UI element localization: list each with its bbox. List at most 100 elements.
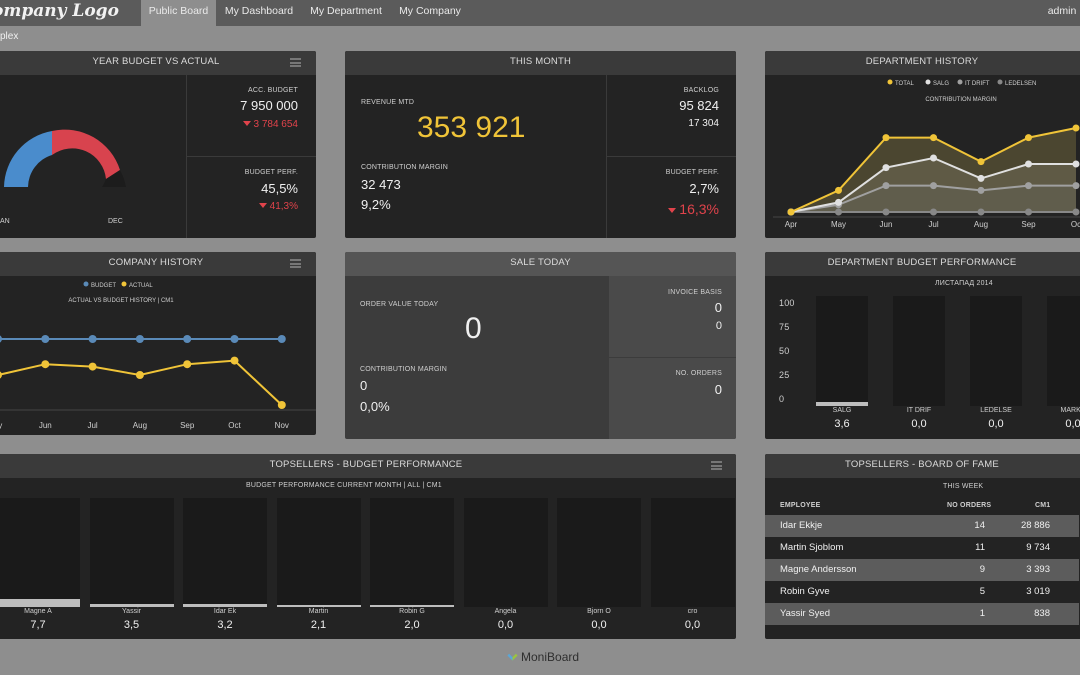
data-point[interactable] bbox=[882, 208, 890, 216]
data-point[interactable] bbox=[977, 174, 985, 182]
nav-public-board[interactable]: Public Board bbox=[141, 0, 216, 26]
revenue-mtd-value: 353 921 bbox=[417, 111, 526, 144]
cm1-value: 9 734 bbox=[1026, 542, 1050, 553]
bar[interactable] bbox=[893, 296, 945, 406]
legend-salg: SALG bbox=[933, 81, 949, 87]
data-point[interactable] bbox=[882, 134, 890, 142]
bar[interactable] bbox=[557, 498, 641, 607]
y-tick-label: 0 bbox=[779, 394, 785, 404]
order-count: 11 bbox=[975, 542, 985, 553]
bar[interactable] bbox=[183, 498, 267, 607]
data-point[interactable] bbox=[230, 356, 239, 365]
x-tick-label: Sep bbox=[180, 421, 195, 430]
table-row[interactable]: Martin Sjoblom 11 9 734 bbox=[765, 537, 1079, 559]
cm-value: 0 bbox=[360, 378, 368, 393]
data-point[interactable] bbox=[930, 154, 937, 162]
data-point[interactable] bbox=[882, 164, 890, 172]
chart-subtitle: BUDGET PERFORMANCE CURRENT MONTH | ALL |… bbox=[246, 482, 442, 489]
department-history-chart: TOTAL SALG IT DRIFT LEDELSEN CONTRIBUTIO… bbox=[773, 79, 1080, 229]
data-point[interactable] bbox=[1072, 208, 1080, 216]
data-point[interactable] bbox=[230, 335, 239, 343]
moniboard-mark-icon bbox=[507, 650, 518, 661]
nav-user-menu[interactable]: admin bbox=[1036, 0, 1080, 26]
bar[interactable] bbox=[463, 498, 548, 607]
bar-label: Robin G bbox=[399, 608, 425, 615]
table-row[interactable]: Robin Gyve 5 3 019 bbox=[765, 581, 1079, 603]
data-point[interactable] bbox=[835, 186, 842, 194]
data-point[interactable] bbox=[787, 208, 795, 216]
employee-name: Yassir Syed bbox=[780, 608, 830, 619]
data-point[interactable] bbox=[1072, 160, 1080, 168]
nav-my-dashboard[interactable]: My Dashboard bbox=[220, 0, 298, 26]
acc-budget-value: 7 950 000 bbox=[240, 98, 298, 113]
nav-my-company[interactable]: My Company bbox=[394, 0, 466, 26]
data-point[interactable] bbox=[277, 335, 286, 343]
data-point[interactable] bbox=[88, 362, 97, 371]
cm1-value: 3 019 bbox=[1026, 586, 1050, 597]
bar[interactable] bbox=[89, 498, 174, 607]
data-point[interactable] bbox=[1025, 134, 1032, 142]
panel-title: THIS MONTH bbox=[345, 51, 736, 75]
bar[interactable] bbox=[816, 296, 868, 406]
down-arrow-icon bbox=[242, 121, 251, 126]
data-point[interactable] bbox=[882, 182, 890, 190]
data-point[interactable] bbox=[41, 335, 50, 343]
nav-my-department[interactable]: My Department bbox=[304, 0, 388, 26]
data-point[interactable] bbox=[183, 335, 192, 343]
data-point[interactable] bbox=[135, 335, 144, 343]
data-point[interactable] bbox=[1025, 208, 1032, 216]
data-point[interactable] bbox=[277, 401, 286, 409]
table-row[interactable]: Magne Andersson 9 3 393 bbox=[765, 559, 1079, 581]
data-point[interactable] bbox=[0, 335, 2, 343]
data-point[interactable] bbox=[835, 198, 842, 206]
legend-ledelsen: LEDELSEN bbox=[1005, 81, 1036, 87]
data-point[interactable] bbox=[835, 208, 842, 216]
data-point[interactable] bbox=[1025, 182, 1032, 190]
table-row[interactable]: Idar Ekkje 14 28 886 bbox=[765, 515, 1079, 537]
divider bbox=[606, 156, 736, 157]
chart-legend: TOTAL SALG IT DRIFT LEDELSEN bbox=[887, 79, 1036, 87]
board-subtitle: THIS WEEK bbox=[943, 483, 984, 490]
table-row[interactable]: Yassir Syed 1 838 bbox=[765, 603, 1079, 625]
legend-itdrift-marker bbox=[957, 79, 963, 85]
data-point[interactable] bbox=[1072, 182, 1080, 190]
company-logo[interactable]: ompany Logo bbox=[0, 1, 119, 21]
column-header-cm1: CM1 bbox=[1035, 502, 1051, 509]
panel-title: DEPARTMENT HISTORY bbox=[765, 51, 1080, 75]
data-point[interactable] bbox=[1025, 160, 1032, 168]
bar-label: IT DRIF bbox=[906, 407, 932, 414]
menu-icon[interactable] bbox=[290, 58, 301, 67]
bar[interactable] bbox=[370, 498, 454, 607]
column-header-orders: NO ORDERS bbox=[947, 502, 992, 509]
down-arrow-icon bbox=[258, 203, 267, 208]
budget-perf-value: 2,7% bbox=[689, 181, 719, 196]
bar[interactable] bbox=[276, 498, 361, 607]
data-point[interactable] bbox=[41, 360, 50, 369]
legend-total: TOTAL bbox=[895, 81, 914, 87]
bar-value: 0,0 bbox=[591, 619, 607, 631]
data-point[interactable] bbox=[0, 371, 2, 379]
data-point[interactable] bbox=[930, 134, 937, 142]
data-point[interactable] bbox=[977, 158, 985, 166]
legend-itdrift: IT DRIFT bbox=[965, 81, 990, 87]
menu-icon[interactable] bbox=[711, 461, 722, 470]
bar[interactable] bbox=[0, 498, 80, 607]
bar[interactable] bbox=[650, 498, 735, 607]
bar-label: Martin bbox=[308, 608, 329, 615]
cm1-value: 28 886 bbox=[1020, 520, 1050, 531]
data-point[interactable] bbox=[930, 208, 937, 216]
cm-label: CONTRIBUTION MARGIN bbox=[361, 164, 449, 171]
data-point[interactable] bbox=[977, 186, 985, 194]
bar-fill bbox=[816, 402, 868, 406]
menu-icon[interactable] bbox=[290, 259, 301, 268]
data-point[interactable] bbox=[1072, 124, 1080, 132]
cm1-value: 838 bbox=[1034, 608, 1050, 619]
data-point[interactable] bbox=[183, 360, 192, 369]
data-point[interactable] bbox=[135, 371, 144, 379]
data-point[interactable] bbox=[977, 208, 985, 216]
bar[interactable] bbox=[1047, 296, 1080, 406]
data-point[interactable] bbox=[930, 182, 937, 190]
bar[interactable] bbox=[970, 296, 1022, 406]
data-point[interactable] bbox=[88, 335, 97, 343]
bar-fill bbox=[276, 604, 361, 607]
